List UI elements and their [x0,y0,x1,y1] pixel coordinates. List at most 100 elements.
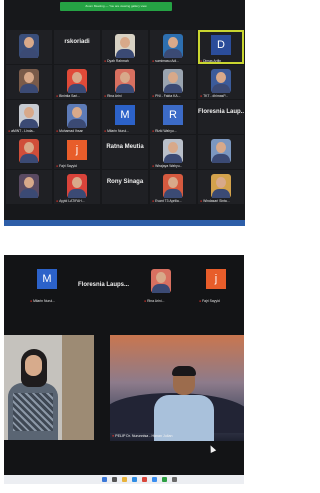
participant-tile[interactable] [6,170,52,204]
search-icon[interactable] [112,477,117,482]
participant-name: Dyah Rahmah [107,59,129,63]
participant-video [163,34,183,58]
video-participant-left[interactable] [4,335,94,440]
participant-name: Wirajaya Wahyu... [155,164,183,168]
avatar-letter: M [115,105,135,125]
avatar-letter: M [37,269,57,289]
participant-name-text: Floresnia Laups... [78,282,130,288]
mic-muted-icon: ● [104,59,107,63]
participant-name: TKT - dhimasP... [203,94,228,98]
participant-tile[interactable]: rskoriadi [54,30,100,64]
mic-muted-icon: ● [104,129,107,133]
participant-name-text: Floresnia Laup... [198,109,244,115]
participant-tile[interactable]: ●Ayyid LATIFAH... [54,170,100,204]
app-gray-icon[interactable] [172,477,177,482]
participant-strip: M ●Milarin Nurul... Floresnia Laups... ●… [4,267,244,307]
mic-muted-icon: ● [152,199,155,203]
participant-video [19,69,39,93]
strip-tile-rina[interactable]: ●Rina Arini... [144,267,178,303]
app-green-icon[interactable] [162,477,167,482]
participant-tile[interactable]: ●PNI - Fakta KA... [150,65,196,99]
participant-name: Dimas Arifin [203,59,222,63]
zoom-icon[interactable] [152,477,157,482]
participant-tile[interactable]: D ●Dimas Arifin [198,30,244,64]
mouse-cursor-icon [207,444,217,453]
participant-name-text: rskoriadi [64,39,90,45]
participant-tile[interactable]: ●TKT - dhimasP... [198,65,244,99]
mic-muted-icon: ● [152,164,155,168]
browser-icon[interactable] [132,477,137,482]
mic-muted-icon: ● [152,129,155,133]
participant-name: Fajri Sayyid [202,299,220,303]
participant-tile[interactable]: Rony Sinaga [102,170,148,204]
meeting-banner: Zoom Meeting — You are viewing gallery v… [60,2,172,11]
participant-video [19,139,39,163]
participant-name: Evant T3 Aprilia... [155,199,182,203]
avatar-letter: R [163,105,183,125]
participant-name: Rina Arini [107,94,122,98]
participant-tile[interactable]: ●Muhamad Ihsan [54,100,100,134]
participant-tile[interactable]: M ●Milarin Nurul... [102,100,148,134]
strip-tile-milarin[interactable]: M ●Milarin Nurul... [30,267,64,303]
participant-video [211,174,231,198]
participant-video [151,269,171,293]
strip-tile-fajri[interactable]: j ●Fajri Sayyid [199,267,233,303]
mic-muted-icon: ● [200,199,203,203]
participant-name: Rina Arini... [147,299,165,303]
video-active-speaker[interactable]: ●PELIP Dr. Nurunnisa - Hanan Julian [110,335,244,441]
mic-muted-icon: ● [56,94,59,98]
participant-tile[interactable]: Floresnia Laup... [198,100,244,134]
page: Zoom Meeting — You are viewing gallery v… [0,0,246,493]
app-icon[interactable] [142,477,147,482]
participant-name-text: Ratna Meutia [106,144,144,150]
participant-video [115,69,135,93]
participant-tile[interactable]: j ●Fajri Sayyid [54,135,100,169]
participant-name: Windasari Sinta... [203,199,230,203]
participant-tile[interactable]: Ratna Meutia [102,135,148,169]
mic-muted-icon: ● [56,129,59,133]
participant-tile[interactable]: ●Evant T3 Aprilia... [150,170,196,204]
participant-video [67,104,87,128]
participant-tile[interactable] [6,65,52,99]
avatar-letter: D [211,35,231,55]
taskbar-strip [4,220,245,226]
participant-name: Muhamad Ihsan [59,129,84,133]
gallery-grid: rskoriadi ●Dyah Rahmah ●sumimasu Adi... D ●D… [6,30,245,204]
participant-video [163,139,183,163]
mic-muted-icon: ● [112,434,115,438]
avatar-letter: j [67,140,87,160]
folder-icon[interactable] [122,477,127,482]
participant-tile[interactable]: ●Windasari Sinta... [198,170,244,204]
avatar-letter: j [206,269,226,289]
speaker-view-screenshot: M ●Milarin Nurul... Floresnia Laups... ●… [4,255,244,484]
participant-tile[interactable] [198,135,244,169]
participant-video [115,34,135,58]
participant-tile[interactable]: ●aMINT - Linda... [6,100,52,134]
participant-tile[interactable]: ●Binintia Sari... [54,65,100,99]
mic-muted-icon: ● [152,59,155,63]
start-icon[interactable] [102,477,107,482]
participant-name: Milarin Nurul... [33,299,55,303]
windows-taskbar [4,475,244,484]
participant-tile[interactable]: ●Rina Arini [102,65,148,99]
participant-tile[interactable]: R ●Rizki Wahyu... [150,100,196,134]
participant-name: Fajri Sayyid [59,164,77,168]
participant-video [19,174,39,198]
participant-tile[interactable]: ●Wirajaya Wahyu... [150,135,196,169]
participant-tile[interactable] [6,135,52,169]
mic-muted-icon: ● [199,299,202,303]
participant-name: sumimasu Adi... [155,59,179,63]
mic-muted-icon: ● [144,299,147,303]
participant-video [67,69,87,93]
participant-video [67,174,87,198]
participant-tile[interactable]: ●sumimasu Adi... [150,30,196,64]
mic-muted-icon: ● [200,59,203,63]
participant-video [19,104,39,128]
participant-tile[interactable] [6,30,52,64]
participant-video [163,174,183,198]
participant-name: PNI - Fakta KA... [155,94,181,98]
participant-name: Ayyid LATIFAH... [59,199,85,203]
participant-video [211,69,231,93]
participant-name: Milarin Nurul... [107,129,129,133]
participant-tile[interactable]: ●Dyah Rahmah [102,30,148,64]
